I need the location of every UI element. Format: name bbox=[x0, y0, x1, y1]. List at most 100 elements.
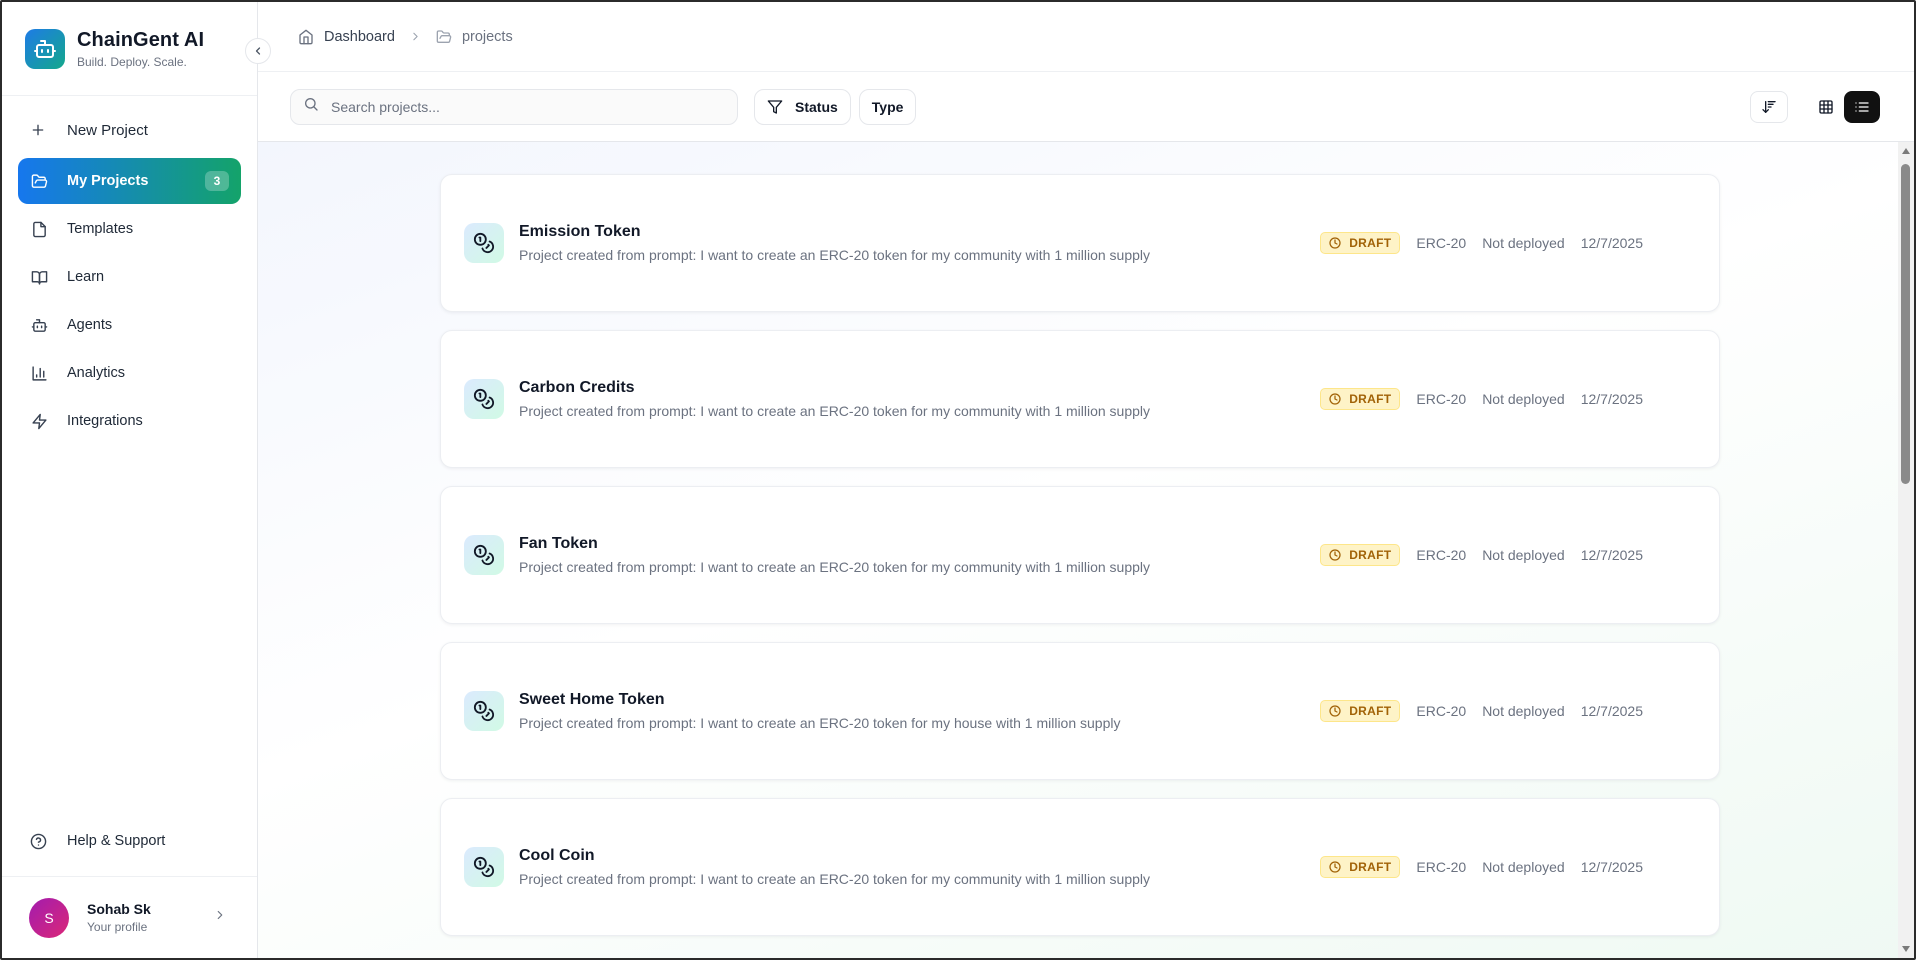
chevron-right-icon bbox=[213, 908, 227, 927]
project-description: Project created from prompt: I want to c… bbox=[519, 403, 1151, 419]
sidebar-item-label: Agents bbox=[67, 317, 113, 333]
filter-icon bbox=[767, 99, 783, 115]
help-circle-icon bbox=[30, 833, 48, 850]
deployment-status: Not deployed bbox=[1482, 235, 1565, 251]
brand[interactable]: ChainGent AI Build. Deploy. Scale. bbox=[2, 2, 257, 96]
sidebar-item-agents[interactable]: Agents bbox=[18, 302, 241, 348]
status-badge-label: DRAFT bbox=[1349, 860, 1392, 874]
brand-subtitle: Build. Deploy. Scale. bbox=[77, 54, 187, 69]
project-description: Project created from prompt: I want to c… bbox=[519, 559, 1151, 575]
clock-icon bbox=[1329, 393, 1341, 405]
projects-content: Emission Token Project created from prom… bbox=[258, 142, 1914, 958]
clock-icon bbox=[1329, 549, 1341, 561]
breadcrumb-current-label: projects bbox=[461, 28, 513, 45]
project-name: Carbon Credits bbox=[519, 379, 635, 396]
clock-icon bbox=[1329, 705, 1341, 717]
status-badge-label: DRAFT bbox=[1349, 548, 1392, 562]
projects-count-badge: 3 bbox=[205, 171, 229, 191]
project-name: Cool Coin bbox=[519, 847, 595, 864]
book-open-icon bbox=[30, 268, 48, 286]
deployment-status: Not deployed bbox=[1482, 703, 1565, 719]
view-toggle bbox=[1808, 90, 1880, 123]
project-date: 12/7/2025 bbox=[1580, 391, 1643, 407]
status-badge: DRAFT bbox=[1320, 388, 1401, 410]
folder-icon bbox=[436, 29, 452, 45]
app-window: ChainGent AI Build. Deploy. Scale. New P… bbox=[0, 0, 1916, 960]
status-badge-label: DRAFT bbox=[1349, 704, 1392, 718]
projects-toolbar: Status Type bbox=[258, 72, 1914, 142]
project-list: Emission Token Project created from prom… bbox=[440, 174, 1720, 954]
coins-icon bbox=[464, 691, 504, 731]
vertical-scrollbar[interactable] bbox=[1898, 142, 1914, 958]
project-name: Emission Token bbox=[519, 223, 641, 240]
zap-icon bbox=[30, 412, 48, 430]
project-meta: DRAFT ERC-20 Not deployed 12/7/2025 bbox=[1320, 232, 1643, 254]
sidebar-item-label: Learn bbox=[67, 269, 105, 285]
project-card[interactable]: Sweet Home Token Project created from pr… bbox=[440, 642, 1720, 780]
list-icon bbox=[1855, 101, 1869, 112]
project-date: 12/7/2025 bbox=[1580, 547, 1643, 563]
sidebar-item-learn[interactable]: Learn bbox=[18, 254, 241, 300]
coins-icon bbox=[464, 847, 504, 887]
status-badge: DRAFT bbox=[1320, 544, 1401, 566]
project-description: Project created from prompt: I want to c… bbox=[519, 871, 1151, 887]
view-controls bbox=[1750, 90, 1880, 123]
type-filter-button[interactable]: Type bbox=[858, 88, 917, 125]
file-icon bbox=[30, 220, 48, 238]
deployment-status: Not deployed bbox=[1482, 391, 1565, 407]
grid-icon bbox=[1819, 99, 1833, 114]
sidebar-item-label: Integrations bbox=[67, 413, 143, 429]
collapse-sidebar-button[interactable] bbox=[245, 38, 271, 64]
brand-logo-icon bbox=[25, 28, 65, 69]
project-date: 12/7/2025 bbox=[1580, 235, 1643, 251]
scrollbar-thumb[interactable] bbox=[1901, 164, 1910, 484]
project-meta: DRAFT ERC-20 Not deployed 12/7/2025 bbox=[1320, 388, 1643, 410]
sidebar-nav: My Projects 3 Templates Learn Agents Ana… bbox=[2, 158, 257, 446]
breadcrumb-home[interactable]: Dashboard bbox=[298, 29, 395, 45]
brand-title: ChainGent AI bbox=[77, 28, 205, 51]
project-type: ERC-20 bbox=[1416, 235, 1467, 251]
new-project-label: New Project bbox=[67, 121, 148, 139]
sidebar-item-analytics[interactable]: Analytics bbox=[18, 350, 241, 396]
bar-chart-icon bbox=[30, 364, 48, 382]
scroll-down-arrow-icon[interactable] bbox=[1902, 946, 1910, 952]
project-type: ERC-20 bbox=[1416, 391, 1467, 407]
status-filter-button[interactable]: Status bbox=[754, 88, 851, 125]
coins-icon bbox=[464, 535, 504, 575]
breadcrumb-home-label: Dashboard bbox=[324, 28, 395, 45]
project-date: 12/7/2025 bbox=[1580, 703, 1643, 719]
profile-menu[interactable]: S Sohab Sk Your profile bbox=[2, 876, 257, 958]
grid-view-button[interactable] bbox=[1808, 90, 1844, 123]
help-support-link[interactable]: Help & Support bbox=[2, 818, 257, 864]
sidebar-item-integrations[interactable]: Integrations bbox=[18, 398, 241, 444]
project-card[interactable]: Fan Token Project created from prompt: I… bbox=[440, 486, 1720, 624]
breadcrumb-current: projects bbox=[436, 29, 513, 45]
clock-icon bbox=[1329, 861, 1341, 873]
clock-icon bbox=[1329, 237, 1341, 249]
project-card[interactable]: Carbon Credits Project created from prom… bbox=[440, 330, 1720, 468]
status-badge: DRAFT bbox=[1320, 700, 1401, 722]
project-type: ERC-20 bbox=[1416, 703, 1467, 719]
deployment-status: Not deployed bbox=[1482, 859, 1565, 875]
search-input[interactable] bbox=[331, 98, 711, 115]
chevron-right-icon bbox=[409, 30, 422, 43]
sidebar: ChainGent AI Build. Deploy. Scale. New P… bbox=[2, 2, 271, 958]
project-card[interactable]: Cool Coin Project created from prompt: I… bbox=[440, 798, 1720, 936]
status-badge-label: DRAFT bbox=[1349, 392, 1392, 406]
coins-icon bbox=[464, 379, 504, 419]
type-filter-label: Type bbox=[871, 98, 904, 115]
main-area: Dashboard projects Search projects... St… bbox=[258, 2, 1914, 958]
scroll-up-arrow-icon[interactable] bbox=[1902, 148, 1910, 154]
deployment-status: Not deployed bbox=[1482, 547, 1565, 563]
project-meta: DRAFT ERC-20 Not deployed 12/7/2025 bbox=[1320, 544, 1643, 566]
list-view-button[interactable] bbox=[1844, 90, 1880, 123]
sidebar-item-templates[interactable]: Templates bbox=[18, 206, 241, 252]
sort-button[interactable] bbox=[1750, 90, 1788, 123]
sidebar-footer: Help & Support S Sohab Sk Your profile bbox=[2, 818, 257, 958]
new-project-button[interactable]: New Project bbox=[2, 112, 257, 148]
sidebar-item-my-projects[interactable]: My Projects 3 bbox=[18, 158, 241, 204]
project-card[interactable]: Emission Token Project created from prom… bbox=[440, 174, 1720, 312]
search-box[interactable] bbox=[290, 88, 738, 125]
project-description: Project created from prompt: I want to c… bbox=[519, 247, 1151, 263]
project-name: Sweet Home Token bbox=[519, 691, 665, 708]
